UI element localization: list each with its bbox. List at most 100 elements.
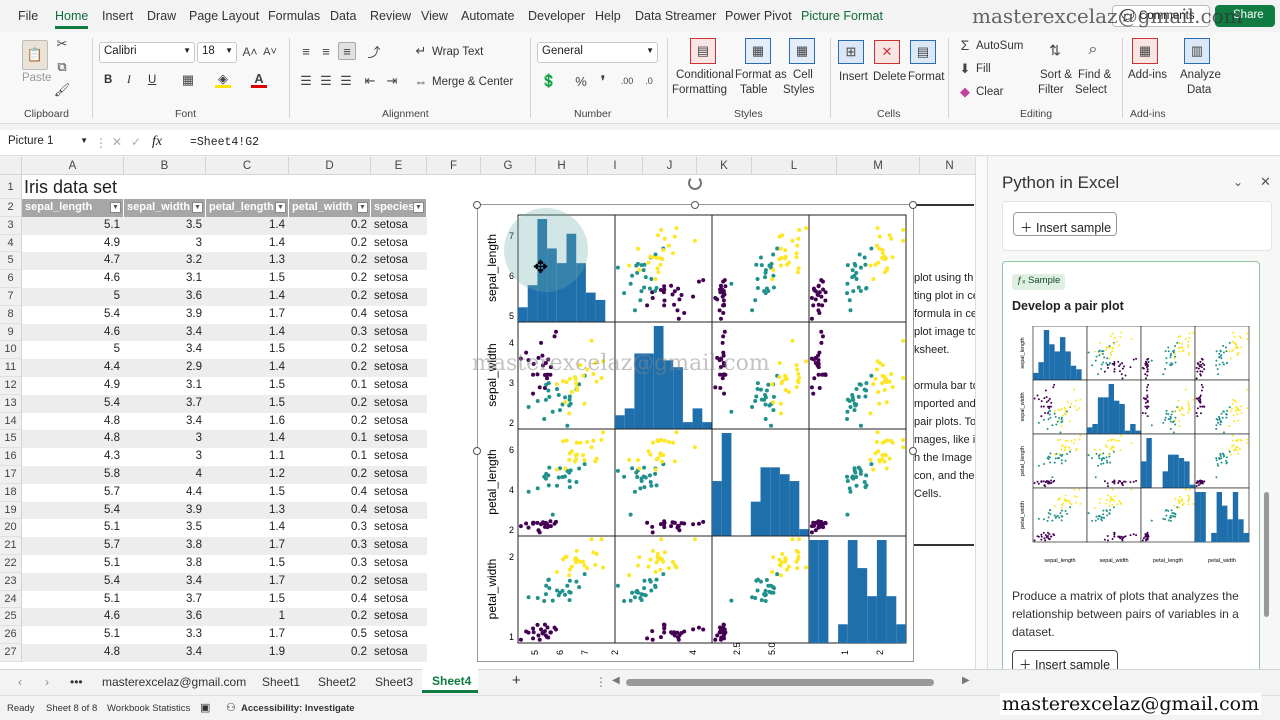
table-cell[interactable]: 3.6 [124, 608, 206, 627]
analyze-data-button[interactable]: Analyze [1180, 69, 1221, 81]
row-header[interactable]: 12 [0, 377, 22, 395]
clear-button[interactable]: Clear [976, 86, 1003, 98]
table-cell[interactable]: 0.2 [289, 412, 371, 431]
workbook-statistics[interactable]: Workbook Statistics [107, 703, 190, 714]
decrease-indent-icon[interactable]: ⇤ [362, 73, 378, 88]
filter-dropdown-icon[interactable]: ▼ [357, 202, 368, 213]
table-cell[interactable]: 0.2 [289, 252, 371, 271]
column-header[interactable]: M [837, 157, 920, 175]
table-cell[interactable]: 3 [124, 234, 206, 253]
bold-button[interactable]: B [104, 74, 112, 86]
table-cell[interactable]: 3.5 [124, 216, 206, 235]
table-cell[interactable]: 1.4 [206, 323, 289, 342]
table-cell[interactable]: 5.1 [22, 519, 124, 538]
table-cell[interactable]: 3.1 [124, 270, 206, 288]
table-cell[interactable]: setosa [371, 252, 427, 271]
table-cell[interactable]: 4.4 [22, 359, 124, 377]
cut-icon[interactable]: ✂ [55, 36, 69, 51]
table-cell[interactable]: 1.4 [206, 519, 289, 538]
merge-center-button[interactable]: Merge & Center [432, 76, 513, 88]
table-cell[interactable]: 0.2 [289, 341, 371, 360]
table-cell[interactable]: setosa [371, 572, 427, 591]
table-cell[interactable]: 0.3 [289, 519, 371, 538]
tab-more-icon[interactable]: ••• [70, 675, 83, 689]
table-header-cell[interactable]: sepal_width ▼ [124, 199, 205, 217]
align-top-icon[interactable]: ≡ [298, 44, 314, 59]
wrap-text-button[interactable]: Wrap Text [432, 46, 483, 58]
conditional-formatting-icon[interactable]: ▤ [690, 38, 716, 64]
merge-center-icon[interactable]: ⇔ [414, 74, 428, 89]
resize-handle[interactable] [909, 447, 917, 455]
fill-icon[interactable]: ⬇ [958, 61, 972, 76]
table-cell[interactable]: 3.5 [124, 519, 206, 538]
table-cell[interactable]: 3.3 [124, 626, 206, 644]
addins-button[interactable]: Add-ins [1128, 69, 1167, 81]
row-header[interactable]: 24 [0, 590, 22, 609]
horizontal-scrollbar[interactable] [626, 679, 934, 686]
table-cell[interactable]: 5.4 [22, 572, 124, 591]
column-header[interactable]: J [643, 157, 697, 175]
row-header[interactable]: 16 [0, 448, 22, 466]
table-cell[interactable]: 4.9 [22, 377, 124, 395]
table-cell[interactable]: 0.1 [289, 377, 371, 395]
table-cell[interactable]: 5.4 [22, 305, 124, 324]
table-cell[interactable]: setosa [371, 644, 427, 662]
table-cell[interactable]: 3.9 [124, 501, 206, 520]
insert-cells-icon[interactable]: ⊞ [838, 40, 864, 64]
table-cell[interactable]: 0.4 [289, 483, 371, 502]
table-cell[interactable]: setosa [371, 270, 427, 288]
row-header[interactable]: 19 [0, 501, 22, 520]
table-cell[interactable]: 1.2 [206, 466, 289, 484]
menu-page-layout[interactable]: Page Layout [189, 9, 259, 23]
row-header[interactable]: 6 [0, 270, 22, 288]
table-cell[interactable]: 3.8 [124, 555, 206, 573]
tab-sheet4-active[interactable]: Sheet4 [422, 669, 478, 693]
table-header-cell[interactable]: species ▼ [371, 199, 426, 217]
autosum-button[interactable]: AutoSum [976, 40, 1023, 52]
column-header[interactable]: K [697, 157, 752, 175]
table-cell[interactable]: 1.1 [206, 448, 289, 466]
table-cell[interactable]: 0.2 [289, 644, 371, 662]
row-header[interactable]: 2 [0, 199, 22, 217]
row-header[interactable]: 20 [0, 519, 22, 538]
delete-cells-button[interactable]: Delete [873, 71, 906, 83]
chevron-down-icon[interactable]: ⌄ [1233, 175, 1243, 189]
row-header[interactable]: 10 [0, 341, 22, 360]
table-cell[interactable]: 1.4 [206, 430, 289, 449]
accessibility-status[interactable]: Accessibility: Investigate [241, 703, 355, 714]
table-cell[interactable]: 4.6 [22, 608, 124, 627]
resize-handle[interactable] [473, 201, 481, 209]
format-cells-button[interactable]: Format [908, 71, 944, 83]
table-cell[interactable]: 4.6 [22, 270, 124, 288]
resize-handle[interactable] [909, 201, 917, 209]
table-cell[interactable]: 4.9 [22, 234, 124, 253]
column-header[interactable]: L [752, 157, 837, 175]
table-cell[interactable]: 3.4 [124, 412, 206, 431]
table-cell[interactable]: 0.4 [289, 305, 371, 324]
table-cell[interactable]: 3.4 [124, 572, 206, 591]
table-cell[interactable]: 4.7 [22, 252, 124, 271]
table-header-cell[interactable]: petal_length ▼ [206, 199, 288, 217]
table-cell[interactable]: 1.4 [206, 216, 289, 235]
currency-icon[interactable]: 💲 [538, 73, 560, 89]
table-cell[interactable]: 0.2 [289, 572, 371, 591]
tab-masterexcelaz[interactable]: masterexcelaz@gmail.com [102, 675, 246, 689]
formula-input[interactable]: =Sheet4!G2 [190, 136, 259, 149]
menu-insert[interactable]: Insert [102, 9, 133, 23]
table-cell[interactable]: 1.4 [206, 234, 289, 253]
row-header[interactable]: 21 [0, 537, 22, 555]
row-header[interactable]: 13 [0, 394, 22, 413]
menu-automate[interactable]: Automate [461, 9, 515, 23]
underline-button[interactable]: U [148, 74, 156, 86]
table-cell[interactable]: setosa [371, 519, 427, 538]
table-cell[interactable]: 5.1 [22, 590, 124, 609]
table-cell[interactable]: setosa [371, 483, 427, 502]
table-cell[interactable]: 5.7 [22, 483, 124, 502]
format-as-table-label[interactable]: Format as [735, 69, 787, 81]
table-cell[interactable]: 3.4 [124, 323, 206, 342]
table-cell[interactable]: 0.2 [289, 466, 371, 484]
table-cell[interactable]: setosa [371, 305, 427, 324]
format-painter-icon[interactable]: 🖌 [54, 82, 71, 97]
number-format-select[interactable]: General ▼ [537, 42, 658, 63]
table-cell[interactable]: 0.4 [289, 590, 371, 609]
